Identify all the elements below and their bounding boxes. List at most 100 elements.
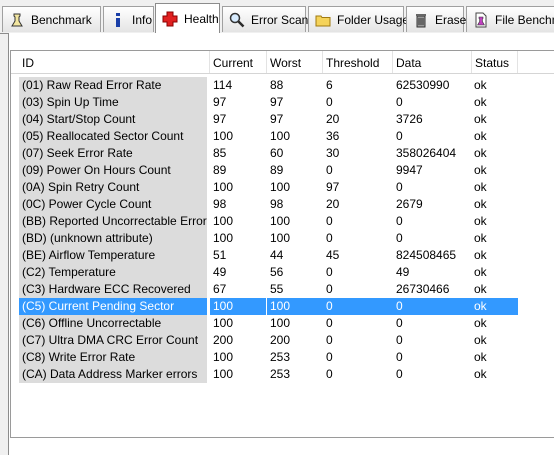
cell-id: (C6) Offline Uncorrectable xyxy=(19,315,207,332)
cell-data: 0 xyxy=(393,298,473,315)
cell-status: ok xyxy=(474,316,487,330)
cell-threshold: 36 xyxy=(326,129,340,143)
table-row[interactable]: (03) Spin Up Time 97 97 0 0 ok xyxy=(11,94,554,111)
cell-data: 0 xyxy=(396,129,403,143)
cell-data: 0 xyxy=(396,214,403,228)
cell-data: 0 xyxy=(396,367,403,381)
cell-current: 98 xyxy=(213,197,227,211)
table-row[interactable]: (BB) Reported Uncorrectable Errors 100 100… xyxy=(11,213,554,230)
cell-worst: 98 xyxy=(270,197,284,211)
cell-status: ok xyxy=(474,282,487,296)
table-row[interactable]: (C8) Write Error Rate 100 253 0 0 ok xyxy=(11,349,554,366)
table-row[interactable]: (C2) Temperature 49 56 0 49 ok xyxy=(11,264,554,281)
cell-current: 97 xyxy=(213,95,227,109)
cell-id: (C7) Ultra DMA CRC Error Count xyxy=(19,332,207,349)
cell-data: 9947 xyxy=(396,163,423,177)
table-row[interactable]: (07) Seek Error Rate 85 60 30 358026404 ok xyxy=(11,145,554,162)
table-row[interactable]: (C3) Hardware ECC Recovered 67 55 0 26730466… xyxy=(11,281,554,298)
trash-icon xyxy=(413,12,429,28)
cell-status: ok xyxy=(474,163,487,177)
health-cross-icon xyxy=(162,11,178,27)
cell-worst: 97 xyxy=(270,95,284,109)
cell-status: ok xyxy=(474,333,487,347)
tab-label: Erase xyxy=(435,12,467,27)
column-header-worst[interactable]: Worst xyxy=(267,51,323,73)
cell-threshold: 0 xyxy=(323,298,393,315)
magnifier-icon xyxy=(229,12,245,28)
tab-label: Health xyxy=(184,12,219,26)
column-header-threshold[interactable]: Threshold xyxy=(323,51,393,73)
cell-status: ok xyxy=(474,180,487,194)
cell-id: (04) Start/Stop Count xyxy=(19,111,207,128)
tab-benchmark[interactable]: Benchmark xyxy=(2,6,101,32)
column-header-current[interactable]: Current xyxy=(210,51,267,73)
cell-worst: 100 xyxy=(267,298,323,315)
table-row[interactable]: (0A) Spin Retry Count 100 100 97 0 ok xyxy=(11,179,554,196)
cell-worst: 60 xyxy=(270,146,284,160)
cell-current: 100 xyxy=(213,316,234,330)
table-row[interactable]: (04) Start/Stop Count 97 97 20 3726 ok xyxy=(11,111,554,128)
cell-id: (09) Power On Hours Count xyxy=(19,162,207,179)
column-header-data[interactable]: Data xyxy=(393,51,472,73)
cell-threshold: 45 xyxy=(326,248,340,262)
cell-threshold: 0 xyxy=(326,163,333,177)
cell-status: ok xyxy=(474,367,487,381)
tab-info[interactable]: Info xyxy=(103,6,154,32)
cell-worst: 253 xyxy=(270,350,291,364)
cell-threshold: 20 xyxy=(326,112,340,126)
column-header-id[interactable]: ID xyxy=(19,51,210,73)
benchmark-icon xyxy=(9,12,25,28)
cell-data: 0 xyxy=(396,231,403,245)
cell-threshold: 0 xyxy=(326,95,333,109)
tab-label: Error Scan xyxy=(251,12,309,27)
cell-id: (0C) Power Cycle Count xyxy=(19,196,207,213)
cell-status: ok xyxy=(474,78,487,92)
tab-health[interactable]: Health xyxy=(155,3,220,33)
cell-data: 26730466 xyxy=(396,282,450,296)
table-row[interactable]: (01) Raw Read Error Rate 114 88 6 62530990 ok xyxy=(11,77,554,94)
cell-data: 62530990 xyxy=(396,78,450,92)
cell-worst: 100 xyxy=(270,129,291,143)
table-row[interactable]: (C7) Ultra DMA CRC Error Count 200 200 0 0 ok xyxy=(11,332,554,349)
table-row[interactable]: (BE) Airflow Temperature 51 44 45 824508465 o… xyxy=(11,247,554,264)
cell-current: 100 xyxy=(213,367,234,381)
tab-erase[interactable]: Erase xyxy=(406,6,467,32)
cell-current: 100 xyxy=(213,214,234,228)
cell-worst: 200 xyxy=(270,333,291,347)
table-row[interactable]: (0C) Power Cycle Count 98 98 20 2679 ok xyxy=(11,196,554,213)
cell-worst: 253 xyxy=(270,367,291,381)
tab-bar: Benchmark Info Health Error Scan Folder … xyxy=(0,0,554,34)
tab-file-benchmark[interactable]: File Benchmark xyxy=(466,6,554,32)
cell-threshold: 6 xyxy=(326,78,333,92)
cell-id: (07) Seek Error Rate xyxy=(19,145,207,162)
cell-data: 0 xyxy=(396,95,403,109)
cell-threshold: 0 xyxy=(326,350,333,364)
column-header-status[interactable]: Status xyxy=(472,51,518,73)
cell-current: 85 xyxy=(213,146,227,160)
table-row[interactable]: (05) Reallocated Sector Count 100 100 36 0 ok xyxy=(11,128,554,145)
cell-data: 3726 xyxy=(396,112,423,126)
cell-id: (BE) Airflow Temperature xyxy=(19,247,207,264)
cell-id: (BD) (unknown attribute) xyxy=(19,230,207,247)
cell-id: (C2) Temperature xyxy=(19,264,207,281)
cell-threshold: 0 xyxy=(326,316,333,330)
table-row[interactable]: (CA) Data Address Marker errors 100 253 0 0 o… xyxy=(11,366,554,383)
table-row[interactable]: (C6) Offline Uncorrectable 100 100 0 0 ok xyxy=(11,315,554,332)
cell-worst: 88 xyxy=(270,78,284,92)
cell-worst: 100 xyxy=(270,316,291,330)
cell-id: (C5) Current Pending Sector xyxy=(19,298,207,315)
table-row[interactable]: (BD) (unknown attribute) 100 100 0 0 ok xyxy=(11,230,554,247)
cell-threshold: 0 xyxy=(326,282,333,296)
table-row[interactable]: (09) Power On Hours Count 89 89 0 9947 ok xyxy=(11,162,554,179)
cell-id: (C8) Write Error Rate xyxy=(19,349,207,366)
tab-error-scan[interactable]: Error Scan xyxy=(222,6,309,32)
cell-id: (05) Reallocated Sector Count xyxy=(19,128,207,145)
smart-attributes-table[interactable]: ID Current Worst Threshold Data Status (… xyxy=(10,50,554,438)
tab-label: File Benchmark xyxy=(495,12,554,27)
table-row[interactable]: (C5) Current Pending Sector 100 100 0 0 ok xyxy=(11,298,554,315)
cell-worst: 100 xyxy=(270,214,291,228)
cell-worst: 44 xyxy=(270,248,284,262)
tab-folder-usage[interactable]: Folder Usage xyxy=(308,6,409,32)
cell-status: ok xyxy=(474,350,487,364)
cell-current: 89 xyxy=(213,163,227,177)
